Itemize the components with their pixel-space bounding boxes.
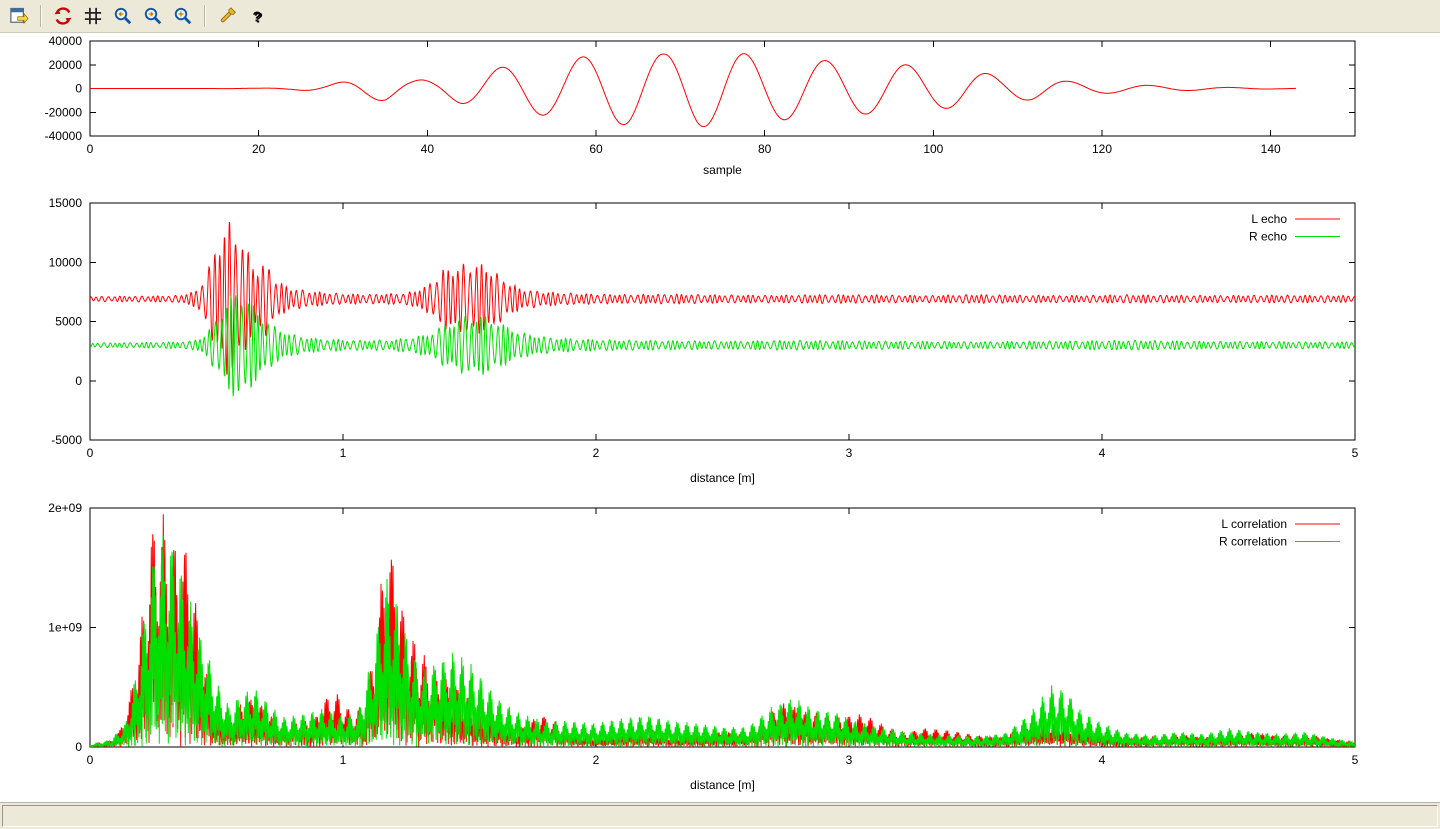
toggle-grid-button[interactable] xyxy=(80,3,106,29)
x-tick-label: 20 xyxy=(252,142,266,156)
x-axis-label: distance [m] xyxy=(690,778,755,792)
x-tick-label: 120 xyxy=(1092,142,1112,156)
svg-text:?: ? xyxy=(252,9,261,26)
x-tick-label: 4 xyxy=(1099,446,1106,460)
x-tick-label: 60 xyxy=(589,142,603,156)
y-tick-label: -40000 xyxy=(45,129,83,143)
legend-label: R correlation xyxy=(1219,535,1287,549)
x-tick-label: 3 xyxy=(846,753,853,767)
y-tick-label: 40000 xyxy=(49,34,83,48)
x-tick-label: 5 xyxy=(1352,446,1359,460)
x-tick-label: 140 xyxy=(1261,142,1281,156)
x-tick-label: 3 xyxy=(846,446,853,460)
help-icon: ? ? xyxy=(247,6,267,26)
toolbar: ? ? xyxy=(0,0,1440,33)
grid-icon xyxy=(83,6,103,26)
x-axis-label: sample xyxy=(703,163,742,177)
help-button[interactable]: ? ? xyxy=(244,3,270,29)
autoscale-button[interactable] xyxy=(170,3,196,29)
x-tick-label: 0 xyxy=(87,753,94,767)
x-tick-label: 2 xyxy=(593,446,600,460)
y-tick-label: 0 xyxy=(75,82,82,96)
replot-button[interactable] xyxy=(50,3,76,29)
toolbar-separator xyxy=(40,5,42,27)
series-l-correlation xyxy=(90,514,1355,747)
x-tick-label: 2 xyxy=(593,753,600,767)
x-tick-label: 1 xyxy=(340,446,347,460)
replot-icon xyxy=(53,6,73,26)
legend-label: R echo xyxy=(1249,230,1287,244)
legend-label: L correlation xyxy=(1221,517,1287,531)
zoom-previous-button[interactable] xyxy=(110,3,136,29)
x-tick-label: 5 xyxy=(1352,753,1359,767)
x-tick-label: 100 xyxy=(923,142,943,156)
x-tick-label: 0 xyxy=(87,446,94,460)
y-tick-label: 0 xyxy=(75,374,82,388)
toolbar-separator xyxy=(204,5,206,27)
y-tick-label: 5000 xyxy=(55,315,82,329)
copy-to-clipboard-icon xyxy=(9,6,29,26)
x-axis-label: distance [m] xyxy=(690,471,755,485)
zoom-next-button[interactable] xyxy=(140,3,166,29)
y-tick-label: 1e+09 xyxy=(48,621,82,635)
series-r-correlation xyxy=(90,535,1355,747)
series-pulse xyxy=(90,54,1296,127)
y-tick-label: -20000 xyxy=(45,105,83,119)
status-text xyxy=(2,805,1438,827)
plot-border xyxy=(90,203,1355,440)
y-tick-label: 2e+09 xyxy=(48,501,82,515)
configure-icon xyxy=(217,6,237,26)
x-tick-label: 1 xyxy=(340,753,347,767)
y-tick-label: 15000 xyxy=(49,196,83,210)
plot-border xyxy=(90,508,1355,747)
x-tick-label: 0 xyxy=(87,142,94,156)
plot-area: 020406080100120140-40000-200000200004000… xyxy=(0,33,1440,802)
series-l-echo xyxy=(90,222,1355,375)
x-tick-label: 40 xyxy=(421,142,435,156)
configure-button[interactable] xyxy=(214,3,240,29)
y-tick-label: -5000 xyxy=(51,433,82,447)
correlation-chart[interactable]: 0 1 2 3 4 5 0 1e+09 2e+09 distance [m] L correlati… xyxy=(0,496,1440,802)
y-tick-label: 20000 xyxy=(49,58,83,72)
y-tick-label: 10000 xyxy=(49,255,83,269)
pulse-chart[interactable]: 0 20 40 60 80 100 120 140 -40000 -20000 0 20000 4000… xyxy=(0,33,1440,191)
gnuplot-window: ? ? 020406080100120140-40000-20000020000… xyxy=(0,0,1440,825)
legend-label: L echo xyxy=(1251,212,1287,226)
x-tick-label: 80 xyxy=(758,142,772,156)
y-tick-label: 0 xyxy=(75,740,82,754)
copy-plot-button[interactable] xyxy=(6,3,32,29)
zoom-next-icon xyxy=(143,6,163,26)
autoscale-icon xyxy=(173,6,193,26)
echo-chart[interactable]: 0 1 2 3 4 5 -5000 0 5000 10000 15000 distance [m] L … xyxy=(0,191,1440,496)
x-tick-label: 4 xyxy=(1099,753,1106,767)
zoom-previous-icon xyxy=(113,6,133,26)
